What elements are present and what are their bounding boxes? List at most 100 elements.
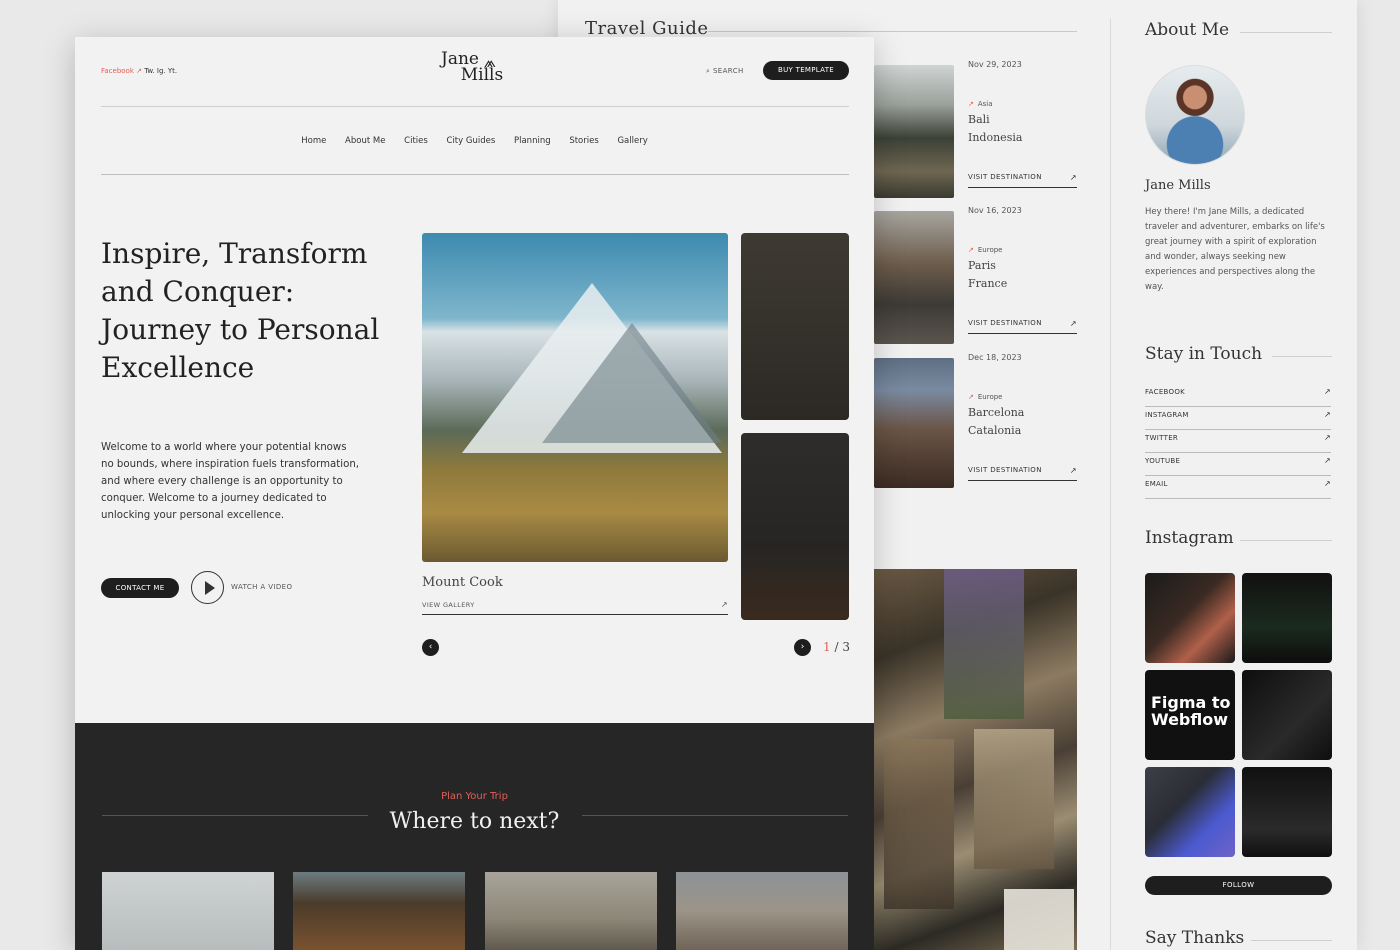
destination-card-image[interactable] xyxy=(293,872,465,950)
follow-button[interactable]: FOLLOW xyxy=(1145,876,1332,895)
destination-date: Nov 29, 2023 xyxy=(968,60,1022,69)
visit-destination-link[interactable]: VISIT DESTINATION ↗ xyxy=(968,466,1077,481)
social-links: FACEBOOK ↗ INSTAGRAM ↗ TWITTER ↗ YOUTUBE ↗ E… xyxy=(1145,384,1331,499)
instagram-post[interactable]: Figma to Webflow xyxy=(1145,670,1235,760)
instagram-post[interactable] xyxy=(1145,767,1235,857)
destination-region: ↗ Europe xyxy=(968,393,1003,401)
say-thanks-heading: Say Thanks xyxy=(1145,928,1245,948)
arrow-icon: ↗ xyxy=(968,393,974,401)
divider xyxy=(582,815,848,816)
arrow-icon: ↗ xyxy=(968,100,974,108)
arrow-icon: ↗ xyxy=(1069,173,1077,182)
slide-image[interactable] xyxy=(422,233,728,562)
instagram-post[interactable] xyxy=(1145,573,1235,663)
visit-destination-link[interactable]: VISIT DESTINATION ↗ xyxy=(968,319,1077,334)
homepage: Facebook ↗ Tw. Ig. Yt. Jane Mills ⩕ ⌕ SE… xyxy=(75,37,874,950)
divider xyxy=(1240,540,1332,541)
destination-image[interactable] xyxy=(874,211,954,344)
visit-destination-link[interactable]: VISIT DESTINATION ↗ xyxy=(968,173,1077,188)
search-icon: ⌕ xyxy=(706,67,713,75)
divider xyxy=(1240,32,1332,33)
slide-preview-image[interactable] xyxy=(741,233,849,420)
destination-date: Nov 16, 2023 xyxy=(968,206,1022,215)
instagram-post[interactable] xyxy=(1242,670,1332,760)
arrow-icon: ↗ xyxy=(1323,479,1331,488)
slide-counter: 1 / 3 xyxy=(823,640,850,654)
nav-home[interactable]: Home xyxy=(301,136,326,146)
mountain-logo-icon: ⩕ xyxy=(484,53,496,71)
instagram-post[interactable] xyxy=(1242,767,1332,857)
play-icon[interactable] xyxy=(191,571,224,604)
arrow-icon: ↗ xyxy=(1069,319,1077,328)
view-gallery-link[interactable]: VIEW GALLERY ↗ xyxy=(422,600,728,615)
about-me-heading: About Me xyxy=(1145,20,1230,40)
arrow-icon: ↗ xyxy=(1323,456,1331,465)
social-link-email[interactable]: EMAIL ↗ xyxy=(1145,476,1331,499)
section-heading: Where to next? xyxy=(389,809,560,834)
avatar xyxy=(1145,65,1245,165)
arrow-icon: ↗ xyxy=(1323,410,1331,419)
contact-me-button[interactable]: CONTACT ME xyxy=(101,578,179,598)
slide-caption: Mount Cook xyxy=(422,575,503,590)
stay-in-touch-heading: Stay in Touch xyxy=(1145,344,1263,364)
next-slide-button[interactable]: › xyxy=(794,639,811,656)
plan-trip-section: Plan Your Trip Where to next? xyxy=(75,723,874,950)
chevron-right-icon: › xyxy=(800,642,805,652)
destination-region: ↗ Asia xyxy=(968,100,993,108)
hero-body: Welcome to a world where your potential … xyxy=(101,442,360,521)
destination-card-image[interactable] xyxy=(676,872,848,950)
header-social-links[interactable]: Facebook ↗ Tw. Ig. Yt. xyxy=(101,67,177,75)
site-logo[interactable]: Jane Mills ⩕ xyxy=(435,51,515,84)
author-bio: Hey there! I'm Jane Mills, a dedicated t… xyxy=(1145,207,1325,292)
divider xyxy=(1251,940,1332,941)
arrow-icon: ↗ xyxy=(968,246,974,254)
photo-collage-image xyxy=(874,569,1077,950)
social-link-twitter[interactable]: TWITTER ↗ xyxy=(1145,430,1331,453)
instagram-post-text: Figma to Webflow xyxy=(1151,693,1231,729)
nav-planning[interactable]: Planning xyxy=(514,136,551,146)
nav-gallery[interactable]: Gallery xyxy=(617,136,647,146)
destination-region: ↗ Europe xyxy=(968,246,1003,254)
author-name: Jane Mills xyxy=(1145,178,1211,193)
divider xyxy=(101,174,849,175)
travel-guide-title: Travel Guide xyxy=(585,18,709,39)
arrow-icon: ↗ xyxy=(133,67,145,75)
watch-video-link[interactable]: WATCH A VIDEO xyxy=(231,583,292,591)
prev-slide-button[interactable]: ‹ xyxy=(422,639,439,656)
divider xyxy=(101,106,849,107)
social-link-facebook[interactable]: FACEBOOK ↗ xyxy=(1145,384,1331,407)
social-link-instagram[interactable]: INSTAGRAM ↗ xyxy=(1145,407,1331,430)
destination-card[interactable]: Nov 16, 2023 ↗ Europe Paris France VISIT D… xyxy=(874,201,1078,344)
instagram-heading: Instagram xyxy=(1145,528,1234,548)
arrow-icon: ↗ xyxy=(720,600,728,609)
destination-city: Barcelona Catalonia xyxy=(968,406,1025,437)
instagram-grid: Figma to Webflow xyxy=(1145,573,1332,857)
search-button[interactable]: ⌕ SEARCH xyxy=(706,67,744,76)
destination-city: Paris France xyxy=(968,259,1008,290)
divider xyxy=(1110,18,1111,950)
buy-template-button[interactable]: BUY TEMPLATE xyxy=(763,61,849,80)
main-nav: Home About Me Cities City Guides Plannin… xyxy=(75,136,874,146)
nav-cities[interactable]: Cities xyxy=(404,136,428,146)
arrow-icon: ↗ xyxy=(1069,466,1077,475)
destination-image[interactable] xyxy=(874,65,954,198)
arrow-icon: ↗ xyxy=(1323,433,1331,442)
nav-about-me[interactable]: About Me xyxy=(345,136,385,146)
destination-card-image[interactable] xyxy=(485,872,657,950)
destination-card-image[interactable] xyxy=(102,872,274,950)
arrow-icon: ↗ xyxy=(1323,387,1331,396)
instagram-post[interactable] xyxy=(1242,573,1332,663)
destination-image[interactable] xyxy=(874,358,954,488)
destination-card[interactable]: Dec 18, 2023 ↗ Europe Barcelona Catalonia … xyxy=(874,348,1078,488)
nav-stories[interactable]: Stories xyxy=(569,136,598,146)
nav-city-guides[interactable]: City Guides xyxy=(447,136,496,146)
slide-preview-image[interactable] xyxy=(741,433,849,620)
destination-city: Bali Indonesia xyxy=(968,113,1023,144)
destination-card[interactable]: Nov 29, 2023 ↗ Asia Bali Indonesia VISIT D… xyxy=(874,55,1078,198)
social-link-youtube[interactable]: YOUTUBE ↗ xyxy=(1145,453,1331,476)
divider xyxy=(708,31,1077,32)
section-kicker: Plan Your Trip xyxy=(441,791,508,802)
destination-date: Dec 18, 2023 xyxy=(968,353,1022,362)
chevron-left-icon: ‹ xyxy=(428,642,433,652)
hero-title: Inspire, Transform and Conquer: Journey … xyxy=(101,237,380,384)
